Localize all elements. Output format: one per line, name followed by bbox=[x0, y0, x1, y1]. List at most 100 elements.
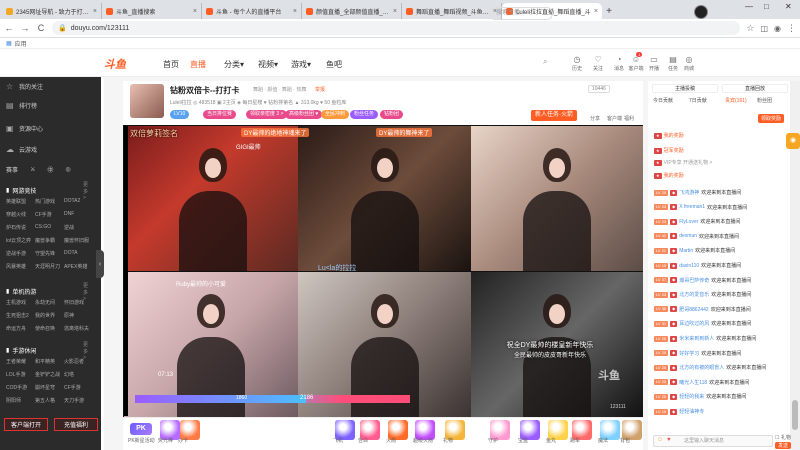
nav-item[interactable]: 视频▾ bbox=[258, 59, 278, 70]
header-历史[interactable]: ◷ 历史 bbox=[569, 54, 585, 72]
chat-message[interactable]: LV 42 ◆ dexmun 欢迎来到本直播间 bbox=[654, 233, 739, 240]
chat-nick[interactable]: 曦光人生118 bbox=[679, 379, 707, 386]
chat-message[interactable]: LV 38 ◆ 肥哥8862442 欢迎来到本直播间 bbox=[654, 306, 751, 313]
game-link[interactable]: 热门游戏 bbox=[35, 198, 64, 205]
game-link[interactable]: 命运方舟 bbox=[6, 325, 35, 332]
browser-tab[interactable]: 斗鱼 - 每个人的直播平台 × bbox=[202, 3, 302, 19]
room-badge[interactable]: 全民冲刺 bbox=[321, 110, 350, 119]
chat-message[interactable]: LV 25 ◆ 飞鸿游神 欢迎来到本直播间 bbox=[654, 189, 741, 196]
sidebar-collapse-button[interactable]: ‹ bbox=[96, 250, 104, 278]
game-link[interactable]: 英雄联盟 bbox=[6, 198, 35, 205]
chat-tab[interactable]: 今日贡献 bbox=[653, 97, 673, 104]
game-link[interactable]: COD手游 bbox=[6, 384, 35, 391]
tab-close-icon[interactable]: × bbox=[393, 8, 397, 15]
game-link[interactable]: 逆战手游 bbox=[6, 250, 35, 257]
game-link[interactable]: 幻塔 bbox=[64, 371, 93, 378]
game-link[interactable]: 炉石传说 bbox=[6, 224, 35, 231]
tab-close-icon[interactable]: × bbox=[594, 8, 598, 15]
chat-message[interactable]: LV 21 ◆ Martin 欢迎来到本直播间 bbox=[654, 247, 735, 254]
game-link[interactable]: 天刀手游 bbox=[64, 397, 93, 404]
game-link[interactable]: 第五人格 bbox=[35, 397, 64, 404]
rank-line[interactable]: ★ 我的奖励 bbox=[654, 132, 684, 139]
video-cell-2[interactable] bbox=[298, 126, 471, 271]
chat-nick[interactable]: dexmun bbox=[679, 233, 697, 239]
chat-message[interactable]: LV 23 ◆ FlyLover 欢迎来到本直播间 bbox=[654, 218, 740, 225]
chat-top-button[interactable]: 直播回放 bbox=[722, 84, 788, 93]
game-link[interactable]: 主机游戏 bbox=[6, 299, 35, 306]
tab-close-icon[interactable]: × bbox=[93, 8, 97, 15]
game-link[interactable]: 和平精英 bbox=[35, 358, 64, 365]
game-link[interactable]: DOTA2 bbox=[64, 198, 93, 205]
rank-line[interactable]: ★ 我的奖励 bbox=[654, 172, 684, 179]
search-icon[interactable]: ⌕ bbox=[543, 57, 547, 67]
event-icon[interactable]: ㊥ bbox=[47, 165, 53, 174]
sidebar-item-resource[interactable]: ▣ 资源中心 bbox=[6, 124, 43, 133]
rank-line[interactable]: ★ 冠军奖励 bbox=[654, 147, 684, 154]
chat-tab[interactable]: 粉丝团 bbox=[757, 97, 772, 104]
claim-reward-button[interactable]: 领取奖励 bbox=[758, 114, 785, 123]
video-cell-1[interactable] bbox=[128, 126, 298, 271]
anchor-avatar[interactable] bbox=[130, 84, 164, 118]
extensions-icon[interactable]: ◫ bbox=[760, 24, 768, 33]
new-tab-button[interactable]: + bbox=[602, 3, 616, 19]
chat-input[interactable]: 这里输入聊天消息 bbox=[653, 435, 773, 447]
rank-line[interactable]: ★ VIP专享 开通送礼物 > bbox=[654, 159, 712, 166]
chat-nick[interactable]: 好好学习 bbox=[679, 350, 699, 357]
game-link[interactable]: LOL手游 bbox=[6, 371, 35, 378]
header-客户端[interactable]: ☺ 客户端 bbox=[628, 54, 644, 72]
browser-tab[interactable]: 舞蹈直播_舞蹈视频_斗鱼直播 × bbox=[402, 3, 502, 19]
pk-activity-icon[interactable]: PK bbox=[130, 423, 152, 435]
nav-item[interactable]: 鱼吧 bbox=[326, 59, 342, 70]
chat-nick[interactable]: 飞鸿游神 bbox=[679, 189, 699, 196]
back-button[interactable]: ← bbox=[4, 23, 14, 33]
game-link[interactable]: 生死狙击2 bbox=[6, 312, 35, 319]
gift-toggle[interactable]: ☐ 礼物 bbox=[775, 434, 791, 441]
game-link[interactable]: 永劫无间 bbox=[35, 299, 64, 306]
room-badge[interactable]: LV10 bbox=[170, 110, 190, 119]
chat-nick[interactable]: 北方的爱音乐 bbox=[679, 291, 709, 298]
header-任务[interactable]: ▤ 任务 bbox=[665, 54, 681, 72]
chat-nick[interactable]: 轻轻的我来 bbox=[679, 393, 704, 400]
video-cell-3[interactable] bbox=[471, 126, 643, 271]
bookmark-apps[interactable]: 应用 bbox=[15, 39, 27, 48]
browser-tab[interactable]: 斗鱼_直播搜索 × bbox=[102, 3, 202, 19]
tab-close-icon[interactable]: × bbox=[193, 8, 197, 15]
game-link[interactable]: 我的世界 bbox=[35, 312, 64, 319]
game-link[interactable]: 王者荣耀 bbox=[6, 358, 35, 365]
chat-nick[interactable]: FlyLover bbox=[679, 219, 698, 225]
apps-icon[interactable]: ▦ bbox=[6, 40, 12, 47]
header-商城[interactable]: ◎ 商城 bbox=[681, 54, 697, 72]
recharge-button[interactable]: 充值福利 bbox=[54, 418, 98, 431]
room-tool-2[interactable]: 福利 bbox=[624, 115, 634, 122]
emoji-icon[interactable]: ☺ bbox=[657, 437, 663, 443]
game-link[interactable]: 天涯明月刀 bbox=[35, 263, 64, 270]
game-link[interactable]: CF手游 bbox=[64, 384, 93, 391]
game-link[interactable]: CF手游 bbox=[35, 211, 64, 218]
sidebar-item-star[interactable]: ☆ 我的关注 bbox=[6, 82, 43, 91]
header-消息[interactable]: ◔ 消息 bbox=[611, 54, 627, 72]
chat-message[interactable]: LV 25 ◆ 轻轻的我来 欢迎来到本直播间 bbox=[654, 393, 746, 400]
room-category[interactable]: 舞蹈 · 颜值 · 舞蹈 · 热舞 bbox=[253, 86, 306, 93]
browser-tab[interactable]: 颜值直播_全部颜值直播_斗鱼直播× bbox=[302, 3, 402, 19]
chat-nick[interactable]: 肥哥8862442 bbox=[679, 306, 708, 313]
chat-tab[interactable]: 贵宾(161) bbox=[725, 97, 747, 104]
chat-nick[interactable]: 北方的有被的眼盲人 bbox=[679, 364, 724, 371]
game-link[interactable]: 阴阳师 bbox=[6, 397, 35, 404]
send-button[interactable]: 发送 bbox=[775, 442, 792, 449]
chat-nick[interactable]: 耳边吹过的风 bbox=[679, 320, 709, 327]
room-badge[interactable]: 钻粉团 bbox=[380, 110, 404, 119]
sidebar-item-ranking[interactable]: ▤ 排行榜 bbox=[6, 101, 37, 110]
report-link[interactable]: 举报 bbox=[315, 86, 325, 93]
chat-top-button[interactable]: 主播投稿 bbox=[652, 84, 718, 93]
chat-nick[interactable]: X freeman1 bbox=[679, 204, 705, 210]
chat-nick[interactable]: 爆哥巴萨传奇 bbox=[679, 277, 709, 284]
game-link[interactable]: 怀旧游戏 bbox=[64, 299, 93, 306]
url-field[interactable]: 🔒 douyu.com/123111 bbox=[52, 21, 741, 35]
game-link[interactable]: 守望先锋 bbox=[35, 250, 64, 257]
site-search-input[interactable]: 搜索主播 bbox=[489, 7, 553, 20]
floating-activity-icon[interactable]: ◉ bbox=[786, 133, 800, 149]
game-link[interactable]: APEX英雄 bbox=[64, 263, 93, 270]
game-link[interactable]: 崩坏星穹 bbox=[35, 384, 64, 391]
game-link[interactable]: 使命召唤 bbox=[35, 325, 64, 332]
game-link[interactable]: 逃离塔科夫 bbox=[64, 325, 93, 332]
